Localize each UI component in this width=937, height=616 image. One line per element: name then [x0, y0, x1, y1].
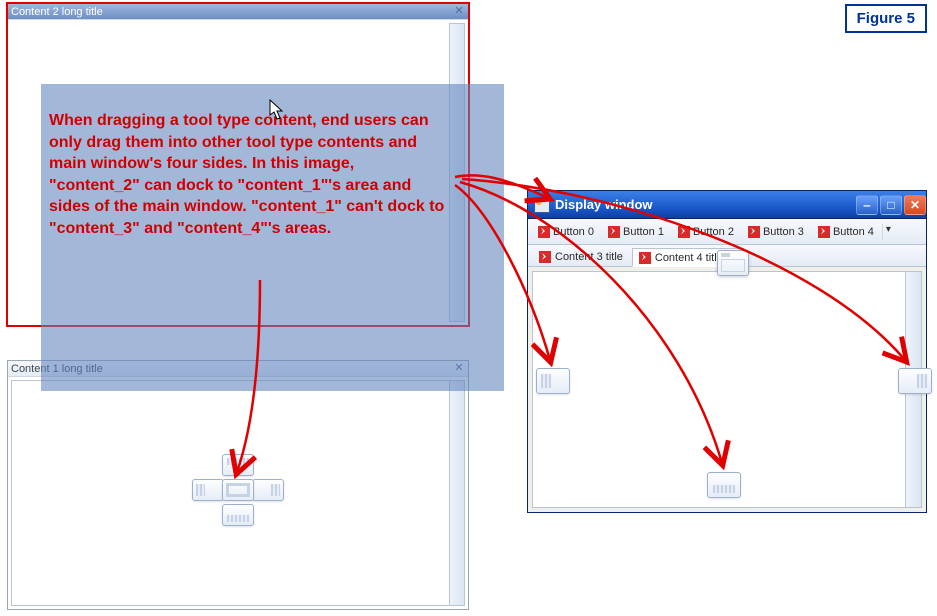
play-icon: [818, 226, 830, 238]
close-icon[interactable]: ✕: [453, 363, 465, 375]
display-window-title: Display window: [555, 197, 653, 212]
toolbar-overflow[interactable]: ▾: [882, 224, 894, 240]
dock-target-center[interactable]: [222, 479, 254, 501]
panel-content-2-title: Content 2 long title: [11, 6, 103, 18]
dock-target-window-left[interactable]: [536, 368, 570, 394]
app-icon: [534, 197, 550, 213]
dock-target-bottom[interactable]: [222, 504, 254, 526]
toolbar-button-0[interactable]: Button 0: [532, 222, 600, 242]
panel-content-1-title: Content 1 long title: [11, 363, 103, 375]
minimize-button[interactable]: ‒: [856, 195, 878, 215]
dock-target-top[interactable]: [222, 454, 254, 476]
panel-content-2-titlebar[interactable]: Content 2 long title ✕: [8, 4, 468, 20]
play-icon: [539, 251, 551, 263]
dock-target-left[interactable]: [192, 479, 224, 501]
dock-target-right[interactable]: [252, 479, 284, 501]
toolbar-button-4[interactable]: Button 4: [812, 222, 880, 242]
toolbar-button-1[interactable]: Button 1: [602, 222, 670, 242]
dock-target-window-bottom[interactable]: [707, 472, 741, 498]
tab-content-3-label: Content 3 title: [555, 251, 623, 263]
play-icon: [538, 226, 550, 238]
toolbar-button-0-label: Button 0: [553, 226, 594, 238]
close-button[interactable]: ✕: [904, 195, 926, 215]
tab-drag-preview: [717, 250, 749, 276]
maximize-button[interactable]: □: [880, 195, 902, 215]
close-icon[interactable]: ✕: [453, 6, 465, 18]
tab-content-4-label: Content 4 title: [655, 252, 723, 264]
panel-content-1-titlebar[interactable]: Content 1 long title ✕: [8, 361, 468, 377]
dock-compass: [188, 440, 288, 540]
toolbar-button-1-label: Button 1: [623, 226, 664, 238]
play-icon: [678, 226, 690, 238]
play-icon: [748, 226, 760, 238]
display-window-titlebar[interactable]: Display window ‒ □ ✕: [528, 191, 926, 219]
toolbar-button-3-label: Button 3: [763, 226, 804, 238]
scrollbar[interactable]: [449, 380, 465, 606]
dock-target-window-right[interactable]: [898, 368, 932, 394]
tab-content-3[interactable]: Content 3 title: [532, 247, 630, 266]
display-window[interactable]: Display window ‒ □ ✕ Button 0 Button 1 B…: [527, 190, 927, 513]
toolbar: Button 0 Button 1 Button 2 Button 3 Butt…: [528, 219, 926, 245]
toolbar-button-4-label: Button 4: [833, 226, 874, 238]
play-icon: [639, 252, 651, 264]
annotation-text: When dragging a tool type content, end u…: [49, 110, 449, 240]
toolbar-button-2[interactable]: Button 2: [672, 222, 740, 242]
scrollbar[interactable]: [449, 23, 465, 322]
play-icon: [608, 226, 620, 238]
toolbar-button-3[interactable]: Button 3: [742, 222, 810, 242]
toolbar-button-2-label: Button 2: [693, 226, 734, 238]
figure-label: Figure 5: [845, 4, 927, 33]
